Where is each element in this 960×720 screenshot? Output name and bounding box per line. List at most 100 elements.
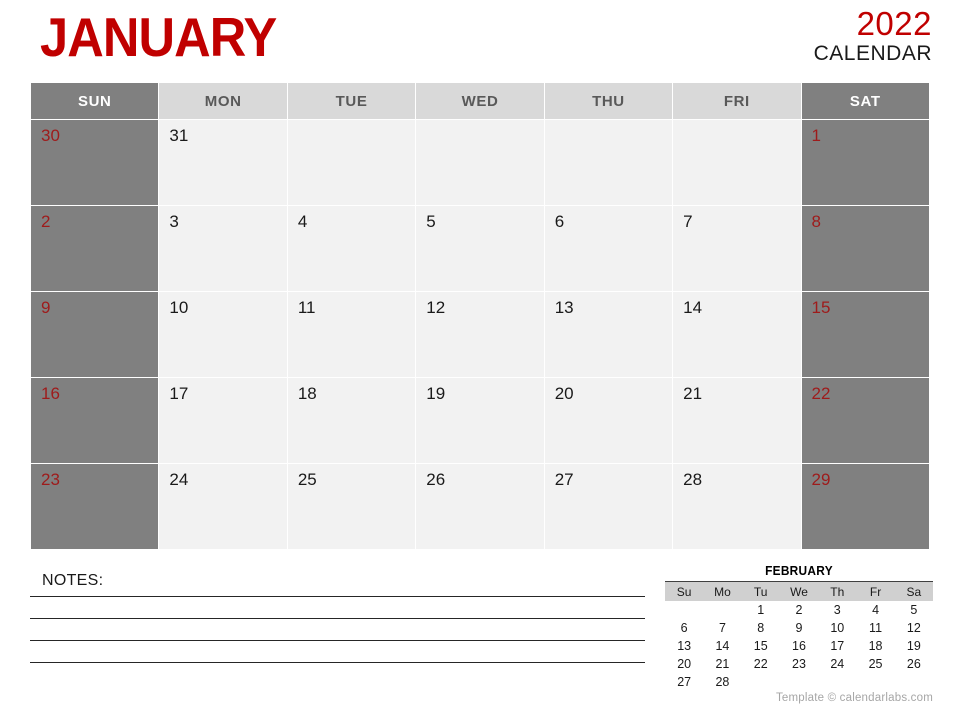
day-cell[interactable]: 15: [801, 292, 929, 377]
mini-day-cell[interactable]: 14: [703, 637, 741, 655]
mini-day-cell[interactable]: 1: [742, 601, 780, 619]
mini-day-cell[interactable]: [703, 601, 741, 619]
mini-day-cell[interactable]: [895, 673, 933, 691]
mini-day-cell[interactable]: 17: [818, 637, 856, 655]
mini-day-cell[interactable]: [742, 673, 780, 691]
mini-day-cell[interactable]: 3: [818, 601, 856, 619]
mini-day-cell[interactable]: 20: [665, 655, 703, 673]
day-cell[interactable]: [544, 120, 673, 205]
day-cell[interactable]: 12: [416, 292, 544, 377]
mini-day-cell[interactable]: 6: [665, 619, 703, 637]
day-cell[interactable]: 20: [544, 378, 673, 463]
mini-day-header: Sa: [894, 582, 933, 601]
day-cell[interactable]: 6: [544, 206, 673, 291]
mini-day-cell[interactable]: 2: [780, 601, 818, 619]
mini-day-cell[interactable]: 24: [818, 655, 856, 673]
day-cell[interactable]: 24: [159, 464, 287, 549]
day-header-mon: MON: [159, 83, 287, 119]
day-cell[interactable]: 8: [801, 206, 929, 291]
mini-day-cell[interactable]: 5: [895, 601, 933, 619]
note-line[interactable]: [30, 618, 645, 619]
mini-day-cell[interactable]: 4: [856, 601, 894, 619]
notes-label: NOTES:: [42, 572, 104, 589]
day-cell[interactable]: 28: [673, 464, 801, 549]
day-cell[interactable]: 23: [31, 464, 159, 549]
mini-day-cell[interactable]: 26: [895, 655, 933, 673]
day-cell[interactable]: 5: [416, 206, 544, 291]
mini-day-header: Fr: [856, 582, 895, 601]
mini-day-header: Mo: [703, 582, 742, 601]
mini-day-cell[interactable]: 25: [856, 655, 894, 673]
day-cell[interactable]: 17: [159, 378, 287, 463]
mini-week-row: 27 28: [665, 673, 933, 691]
day-header-fri: FRI: [673, 83, 801, 119]
day-cell[interactable]: [287, 120, 416, 205]
day-cell[interactable]: 16: [31, 378, 159, 463]
mini-day-cell[interactable]: 18: [856, 637, 894, 655]
mini-day-cell[interactable]: 19: [895, 637, 933, 655]
day-cell[interactable]: 18: [287, 378, 416, 463]
mini-day-cell[interactable]: 22: [742, 655, 780, 673]
mini-day-cell[interactable]: 11: [856, 619, 894, 637]
day-cell[interactable]: 31: [159, 120, 287, 205]
mini-day-cell[interactable]: 12: [895, 619, 933, 637]
mini-day-header: Su: [665, 582, 704, 601]
mini-day-header: Tu: [741, 582, 780, 601]
mini-week-row: 6 7 8 9 10 11 12: [665, 619, 933, 637]
day-cell[interactable]: 26: [416, 464, 544, 549]
mini-calendar-title: FEBRUARY: [765, 564, 833, 578]
year-label: 2022: [856, 5, 932, 42]
mini-day-header-row: Su Mo Tu We Th Fr Sa: [665, 582, 933, 601]
day-cell[interactable]: 21: [673, 378, 801, 463]
day-header-sun: SUN: [31, 83, 159, 119]
note-line[interactable]: [30, 596, 645, 597]
day-cell[interactable]: 14: [673, 292, 801, 377]
day-cell[interactable]: [673, 120, 801, 205]
day-cell[interactable]: 1: [801, 120, 929, 205]
day-cell[interactable]: 19: [416, 378, 544, 463]
mini-day-cell[interactable]: 10: [818, 619, 856, 637]
day-header-thu: THU: [544, 83, 673, 119]
day-cell[interactable]: 29: [801, 464, 929, 549]
week-row: 16 17 18 19 20 21 22: [31, 378, 929, 463]
mini-week-row: 12345: [665, 601, 933, 619]
mini-day-cell[interactable]: [818, 673, 856, 691]
mini-day-cell[interactable]: 13: [665, 637, 703, 655]
mini-day-cell[interactable]: 28: [703, 673, 741, 691]
note-line[interactable]: [30, 640, 645, 641]
day-cell[interactable]: 30: [31, 120, 159, 205]
note-line[interactable]: [30, 662, 645, 663]
mini-day-cell[interactable]: 8: [742, 619, 780, 637]
mini-day-cell[interactable]: 16: [780, 637, 818, 655]
mini-day-cell[interactable]: 7: [703, 619, 741, 637]
day-cell[interactable]: 4: [287, 206, 416, 291]
day-cell[interactable]: 13: [544, 292, 673, 377]
mini-day-cell[interactable]: 9: [780, 619, 818, 637]
day-cell[interactable]: 9: [31, 292, 159, 377]
mini-day-cell[interactable]: [856, 673, 894, 691]
day-cell[interactable]: 27: [544, 464, 673, 549]
notes-lines[interactable]: [30, 596, 650, 663]
day-cell[interactable]: 25: [287, 464, 416, 549]
mini-day-cell[interactable]: 23: [780, 655, 818, 673]
mini-calendar-body: 1 2 3 4 5 6 7 8 9 10 11 12 13 14 15 16 17 18 19 20 21 22 23 24 2…: [665, 601, 933, 691]
day-cell[interactable]: 11: [287, 292, 416, 377]
day-cell[interactable]: 7: [673, 206, 801, 291]
week-row: 2345678: [31, 206, 929, 291]
day-cell[interactable]: [416, 120, 544, 205]
mini-day-cell[interactable]: 27: [665, 673, 703, 691]
mini-day-cell[interactable]: [665, 601, 703, 619]
day-cell[interactable]: 2: [31, 206, 159, 291]
day-cell[interactable]: 10: [159, 292, 287, 377]
day-cell[interactable]: 22: [801, 378, 929, 463]
mini-day-cell[interactable]: 15: [742, 637, 780, 655]
mini-day-header: We: [779, 582, 819, 601]
notes-section: NOTES:: [30, 570, 650, 663]
calendar-header: JANUARY 2022 CALENDAR: [0, 0, 960, 80]
week-row: 23 24 25 26 27 28 29: [31, 464, 929, 549]
day-cell[interactable]: 3: [159, 206, 287, 291]
mini-day-cell[interactable]: 21: [703, 655, 741, 673]
day-header-wed: WED: [416, 83, 544, 119]
page-title: JANUARY: [40, 6, 277, 68]
mini-day-cell[interactable]: [780, 673, 818, 691]
